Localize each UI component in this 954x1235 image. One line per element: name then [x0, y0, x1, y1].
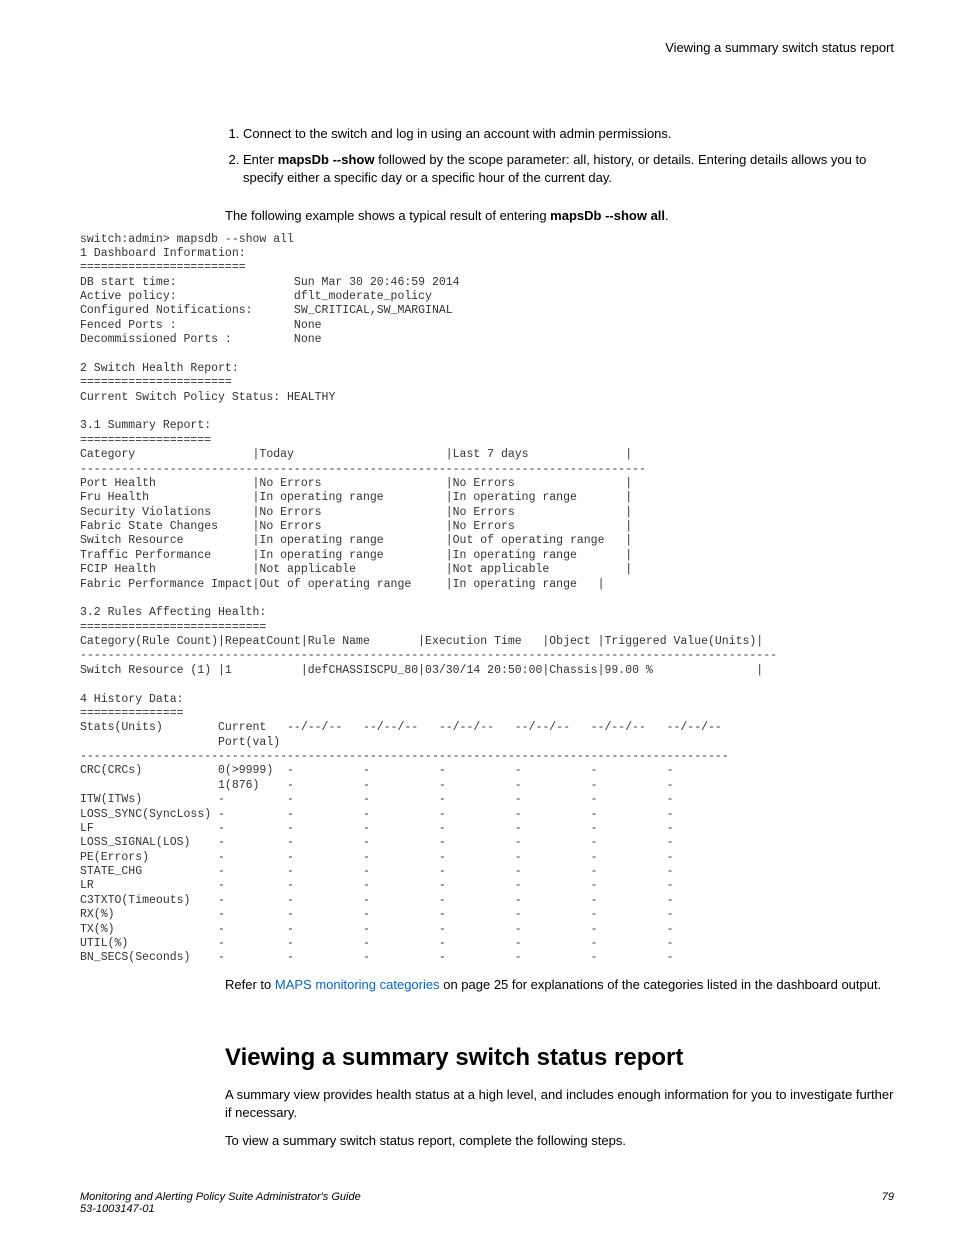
refer-a: Refer to	[225, 977, 275, 992]
refer-paragraph: Refer to MAPS monitoring categories on p…	[225, 976, 894, 994]
footer-title: Monitoring and Alerting Policy Suite Adm…	[80, 1191, 361, 1203]
example-intro: The following example shows a typical re…	[225, 208, 894, 223]
step-2: Enter mapsDb --show followed by the scop…	[243, 151, 894, 187]
footer-docnum: 53-1003147-01	[80, 1203, 155, 1215]
step-1: Connect to the switch and log in using a…	[243, 125, 894, 143]
page-footer: 79 Monitoring and Alerting Policy Suite …	[80, 1191, 894, 1215]
intro-cmd: mapsDb --show all	[550, 208, 665, 223]
intro-c: .	[665, 208, 669, 223]
refer-link[interactable]: MAPS monitoring categories	[275, 977, 440, 992]
step-2-a: Enter	[243, 152, 278, 167]
page-number: 79	[882, 1191, 894, 1203]
section-heading: Viewing a summary switch status report	[225, 1044, 894, 1072]
section-p2: To view a summary switch status report, …	[225, 1132, 894, 1150]
console-output: switch:admin> mapsdb --show all 1 Dashbo…	[80, 233, 894, 966]
section-p1: A summary view provides health status at…	[225, 1086, 894, 1122]
refer-b: on page 25 for explanations of the categ…	[440, 977, 882, 992]
steps-list: Connect to the switch and log in using a…	[225, 125, 894, 188]
step-2-cmd: mapsDb --show	[278, 152, 375, 167]
intro-a: The following example shows a typical re…	[225, 208, 550, 223]
page-header-title: Viewing a summary switch status report	[80, 40, 894, 55]
